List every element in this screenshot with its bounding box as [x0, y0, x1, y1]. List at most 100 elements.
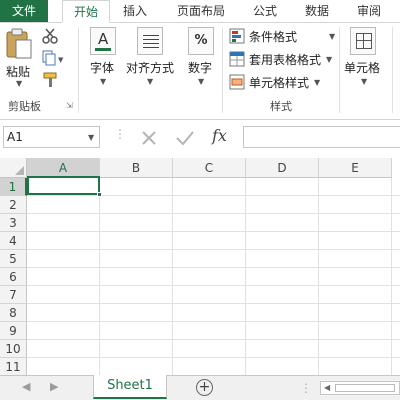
horizontal-scrollbar[interactable]: ◀	[320, 381, 400, 395]
row-header-1[interactable]: 1	[0, 178, 27, 196]
tab-file[interactable]: 文件	[0, 0, 48, 22]
cells-button[interactable]: 单元格 ▼	[344, 27, 388, 89]
column-header-d[interactable]: D	[246, 158, 319, 178]
conditional-format-button[interactable]: 条件格式 ▼	[229, 27, 339, 45]
styles-group-label: 样式	[270, 100, 292, 113]
enter-check-icon[interactable]	[175, 129, 195, 147]
grid-column-line	[245, 178, 246, 375]
number-dropdown-icon: ▼	[198, 77, 205, 86]
sheet-tab-bar: ◀ ▶ Sheet1 + ⋮ ◀	[0, 375, 400, 400]
name-box[interactable]: A1	[3, 126, 100, 148]
tab-home[interactable]: 开始	[62, 0, 110, 23]
row-header-2[interactable]: 2	[0, 196, 27, 214]
grid-row-line	[27, 249, 400, 250]
paste-button[interactable]: 粘贴 ▼	[4, 27, 36, 88]
tab-insert[interactable]: 插入	[118, 0, 152, 22]
clipboard-group-label: 剪贴板	[8, 100, 41, 113]
fill-handle[interactable]	[97, 192, 102, 197]
clipboard-launcher-icon[interactable]: ⇲	[66, 101, 73, 110]
grid-row-line	[27, 267, 400, 268]
add-sheet-button[interactable]: +	[196, 379, 213, 396]
copy-icon: ▼	[42, 50, 64, 66]
alignment-button[interactable]: 对齐方式 ▼	[126, 27, 176, 89]
sheet-tab-sheet1[interactable]: Sheet1	[93, 375, 167, 399]
worksheet-grid: ABCDE 1 2 3 4 5 6 7 8 9 10 11	[0, 158, 400, 375]
cell-styles-dropdown-icon: ▼	[314, 78, 321, 87]
ribbon-separator	[392, 27, 393, 113]
grid-row-line	[27, 195, 400, 196]
format-as-table-button[interactable]: 套用表格格式 ▼	[229, 50, 339, 68]
grid-column-line	[172, 178, 173, 375]
ribbon-tab-bar: 文件 开始 插入 页面布局 公式 数据 审阅	[0, 0, 400, 23]
format-painter-button[interactable]	[42, 72, 60, 92]
paste-dropdown-icon: ▼	[16, 79, 23, 88]
tab-formulas[interactable]: 公式	[248, 0, 282, 22]
grid-column-line	[391, 178, 392, 375]
row-header-7[interactable]: 7	[0, 286, 27, 304]
row-header-9[interactable]: 9	[0, 322, 27, 340]
cancel-icon[interactable]	[140, 129, 158, 147]
column-header-a[interactable]: A	[27, 158, 100, 178]
formula-bar-grip-icon: ⋮	[114, 127, 126, 141]
next-sheet-icon[interactable]: ▶	[50, 380, 58, 393]
alignment-label: 对齐方式	[126, 61, 175, 75]
active-cell-a1[interactable]	[27, 176, 100, 195]
copy-button[interactable]: ▼	[42, 50, 64, 70]
font-button[interactable]: A 字体 ▼	[86, 27, 120, 89]
formula-bar: A1 ▼ ⋮ fx	[0, 121, 400, 155]
cell-styles-button[interactable]: 单元格样式 ▼	[229, 73, 339, 91]
name-box-dropdown-icon[interactable]: ▼	[88, 133, 94, 142]
tab-splitter-icon[interactable]: ⋮	[300, 381, 312, 395]
conditional-format-icon	[229, 28, 245, 44]
cell-styles-icon	[229, 74, 245, 90]
row-header-8[interactable]: 8	[0, 304, 27, 322]
insert-function-button[interactable]: fx	[212, 126, 227, 145]
font-label: 字体	[90, 61, 115, 75]
select-all-corner[interactable]	[0, 158, 27, 178]
font-icon: A	[90, 27, 116, 55]
row-header-11[interactable]: 11	[0, 358, 27, 375]
grid-row-line	[27, 357, 400, 358]
cells-icon	[350, 27, 376, 55]
scissors-icon	[42, 28, 58, 44]
row-header-10[interactable]: 10	[0, 340, 27, 358]
scroll-left-icon[interactable]: ◀	[324, 383, 330, 392]
column-header-c[interactable]: C	[173, 158, 246, 178]
format-as-table-dropdown-icon: ▼	[326, 55, 333, 64]
align-icon	[137, 27, 163, 55]
format-painter-icon	[43, 72, 57, 87]
grid-column-line	[318, 178, 319, 375]
row-header-4[interactable]: 4	[0, 232, 27, 250]
scroll-thumb[interactable]	[335, 384, 395, 392]
grid-row-line	[27, 339, 400, 340]
grid-row-line	[27, 213, 400, 214]
cut-button[interactable]	[42, 28, 58, 48]
ribbon-separator	[78, 27, 79, 113]
paste-label: 粘贴	[6, 65, 31, 79]
cells-label: 单元格	[344, 61, 381, 75]
cell-styles-label: 单元格样式	[249, 76, 310, 90]
tab-review[interactable]: 审阅	[352, 0, 386, 22]
grid-row-line	[27, 285, 400, 286]
number-button[interactable]: % 数字 ▼	[184, 27, 218, 89]
ribbon-separator	[339, 27, 340, 113]
font-dropdown-icon: ▼	[100, 77, 107, 86]
row-header-3[interactable]: 3	[0, 214, 27, 232]
tab-page-layout[interactable]: 页面布局	[170, 0, 232, 22]
grid-row-line	[27, 303, 400, 304]
conditional-format-dropdown-icon: ▼	[329, 32, 336, 41]
ribbon-separator	[222, 27, 223, 113]
grid-column-line	[99, 178, 100, 375]
ribbon-home: 粘贴 ▼ ▼ 剪贴板 ⇲ A 字体 ▼ 对齐方式 ▼ % 数字 ▼ 条件格式 ▼…	[0, 22, 400, 120]
column-header-e[interactable]: E	[319, 158, 392, 178]
tab-data[interactable]: 数据	[300, 0, 334, 22]
formula-input[interactable]	[243, 126, 400, 148]
prev-sheet-icon[interactable]: ◀	[22, 380, 30, 393]
excel-window: 文件 开始 插入 页面布局 公式 数据 审阅 粘贴 ▼ ▼ 剪贴板 ⇲ A 字体…	[0, 0, 400, 400]
grid-row-line	[27, 321, 400, 322]
table-format-icon	[229, 51, 245, 67]
row-header-6[interactable]: 6	[0, 268, 27, 286]
row-header-5[interactable]: 5	[0, 250, 27, 268]
column-header-b[interactable]: B	[100, 158, 173, 178]
alignment-dropdown-icon: ▼	[147, 77, 154, 86]
